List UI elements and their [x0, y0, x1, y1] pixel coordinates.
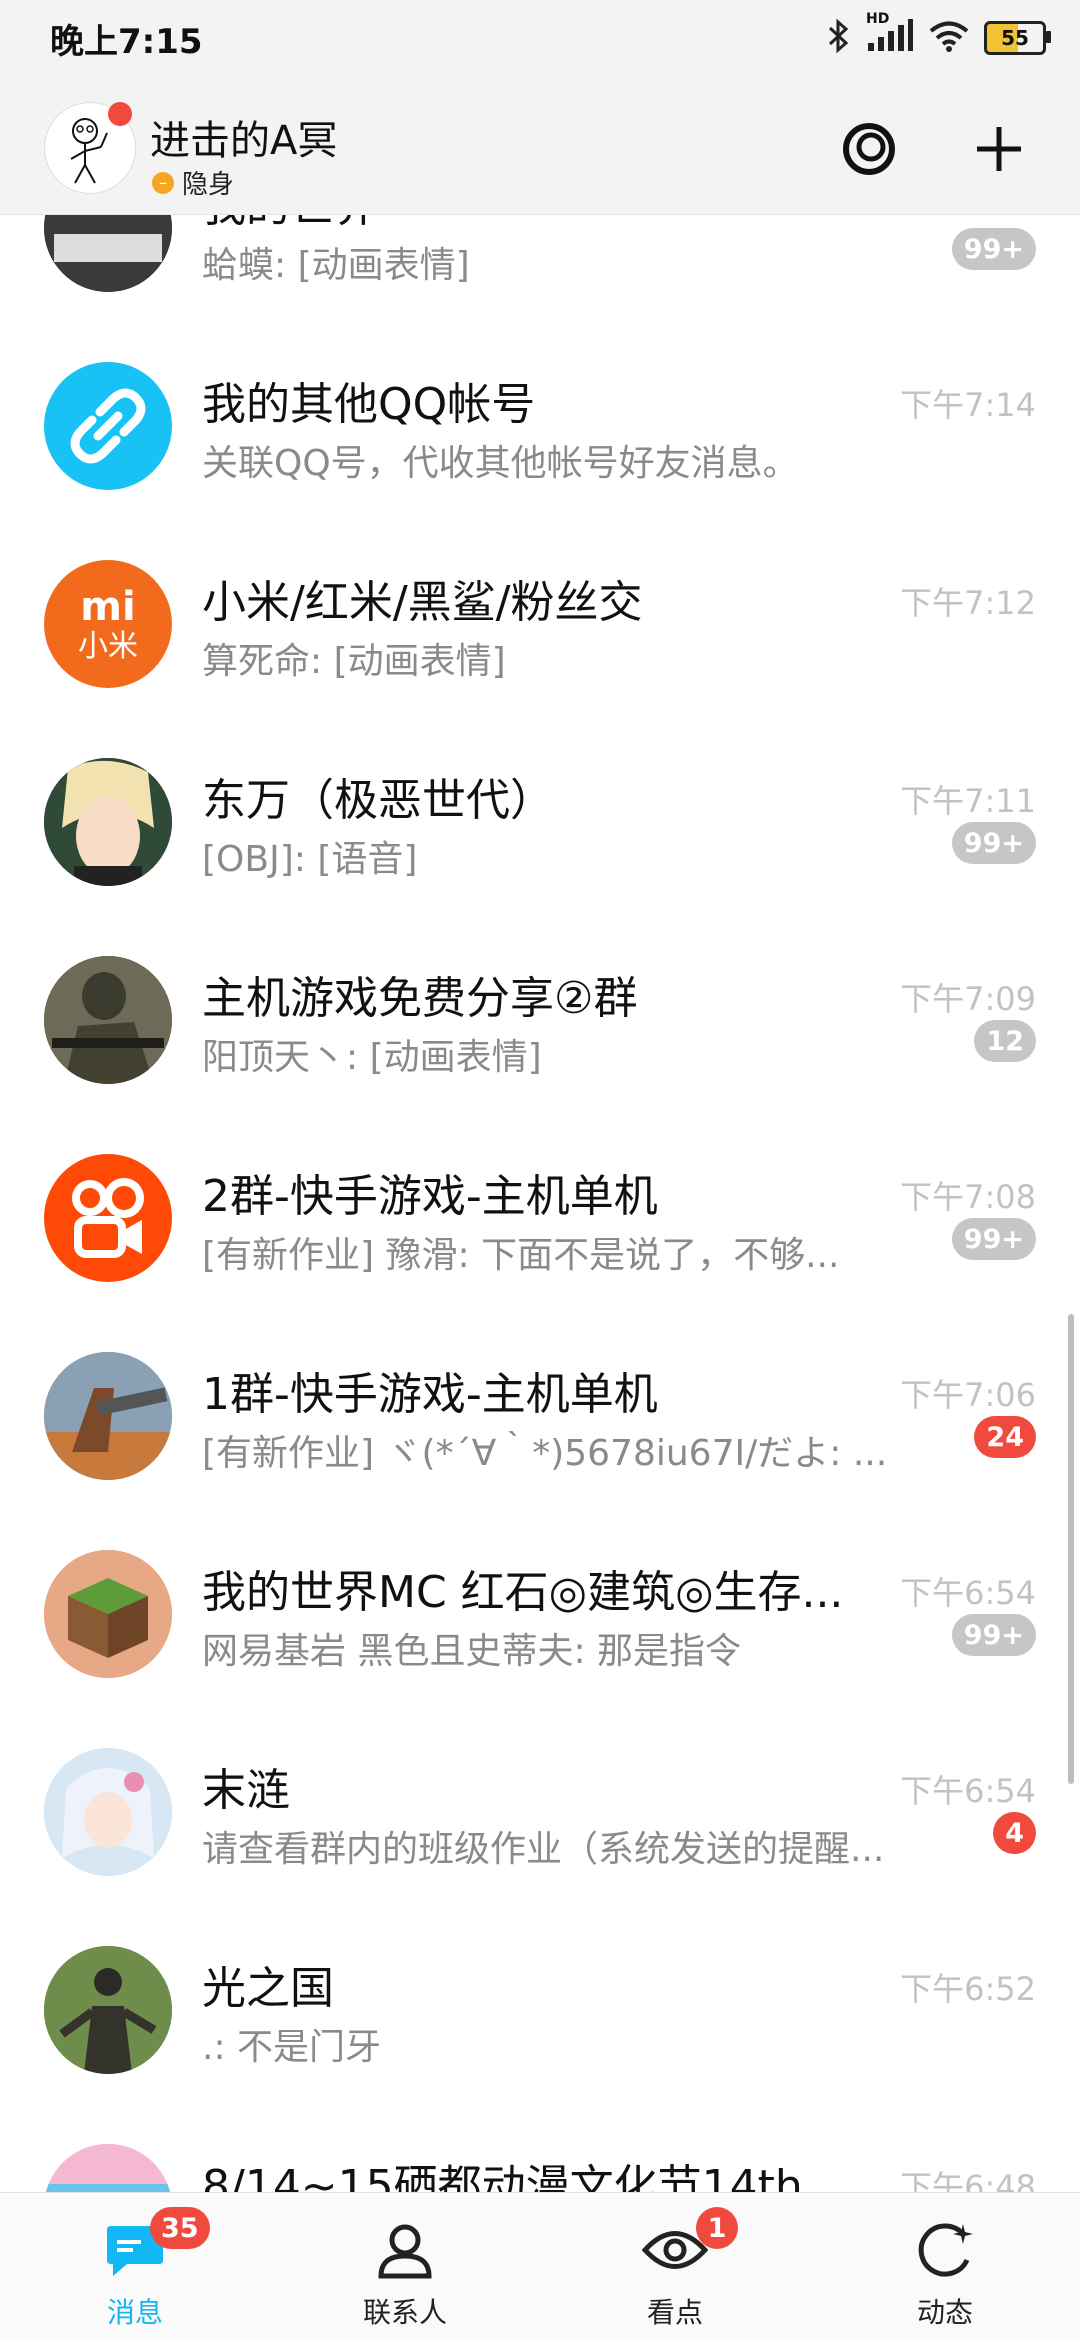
chat-name: 东万（极恶世代） — [202, 775, 554, 826]
chat-avatar — [44, 2144, 172, 2192]
username[interactable]: 进击的A冥 — [150, 108, 337, 166]
chat-time: 下午7:14 — [900, 386, 1036, 424]
chat-avatar — [44, 1748, 172, 1876]
unread-badge: 99+ — [951, 1218, 1036, 1260]
chat-name: 光之国 — [202, 1963, 334, 2014]
chat-item[interactable]: 8/14~15硒都动漫文化节14th 下午6:48 — [0, 2108, 1080, 2192]
battery-icon: 55 — [984, 21, 1051, 55]
contacts-icon — [372, 2217, 438, 2283]
chat-name: 我的其他QQ帐号 — [202, 379, 536, 430]
chat-item[interactable]: 主机游戏免费分享②群 阳顶天丶: [动画表情] 下午7:09 12 — [0, 920, 1080, 1118]
chat-preview: 关联QQ号，代收其他帐号好友消息。 — [202, 443, 799, 484]
chat-item[interactable]: 末涟 请查看群内的班级作业（系统发送的提醒... 下午6:54 4 — [0, 1712, 1080, 1910]
chat-preview: .: 不是门牙 — [202, 2027, 382, 2068]
qq-circle-icon[interactable] — [834, 114, 904, 184]
chat-preview: 蛤蟆: [动画表情] — [202, 245, 470, 286]
unread-badge: 99+ — [951, 822, 1036, 864]
chat-time: 下午7:11 — [900, 782, 1036, 820]
chat-name: 8/14~15硒都动漫文化节14th — [202, 2161, 803, 2192]
svg-text:mi: mi — [80, 584, 135, 630]
tab-label: 动态 — [916, 2296, 973, 2329]
chat-name: 小米/红米/黑鲨/粉丝交 — [202, 577, 643, 628]
chat-name: 1群-快手游戏-主机单机 — [202, 1369, 658, 1420]
chat-preview: [OBJ]: [语音] — [202, 839, 418, 880]
status-bar: 晚上7:15 HD 55 — [0, 0, 1080, 80]
unread-badge: 99+ — [951, 1614, 1036, 1656]
tab-feed[interactable]: 动态 — [810, 2193, 1080, 2341]
online-status[interactable]: – 隐身 — [152, 164, 234, 201]
chat-item[interactable]: 东万（极恶世代） [OBJ]: [语音] 下午7:11 99+ — [0, 722, 1080, 920]
chat-time: 下午7:12 — [900, 584, 1036, 622]
chat-preview: 阳顶天丶: [动画表情] — [202, 1037, 542, 1078]
tab-badge: 1 — [696, 2207, 738, 2249]
tab-label: 联系人 — [362, 2296, 447, 2329]
chat-preview: 请查看群内的班级作业（系统发送的提醒... — [202, 1829, 885, 1870]
svg-text:小米: 小米 — [78, 629, 138, 664]
minus-circle-icon: – — [152, 171, 174, 194]
bluetooth-icon — [826, 18, 852, 57]
unread-badge: 24 — [974, 1416, 1036, 1458]
chat-avatar — [44, 1352, 172, 1480]
chat-item[interactable]: mi 小米 小米/红米/黑鲨/粉丝交 算死命: [动画表情] 下午7:12 — [0, 524, 1080, 722]
chat-time: 下午7:09 — [900, 980, 1036, 1018]
chat-time: 下午6:54 — [900, 1772, 1036, 1810]
unread-badge: 99+ — [951, 228, 1036, 270]
tab-badge: 35 — [150, 2207, 210, 2249]
tab-watch[interactable]: 1 看点 — [540, 2193, 810, 2341]
tab-contacts[interactable]: 联系人 — [270, 2193, 540, 2341]
chat-time: 下午6:54 — [900, 1574, 1036, 1612]
chat-avatar — [44, 214, 172, 292]
tab-label: 看点 — [646, 2296, 703, 2329]
kuaishou-logo-icon — [44, 1154, 172, 1282]
refresh-star-icon — [912, 2217, 978, 2283]
status-icons: HD 55 — [826, 11, 1051, 60]
xiaomi-logo-icon: mi 小米 — [44, 560, 172, 688]
tab-label: 消息 — [106, 2296, 163, 2329]
chat-avatar — [44, 758, 172, 886]
chat-item[interactable]: 2群-快手游戏-主机单机 [有新作业] 豫滑: 下面不是说了，不够... 下午7… — [0, 1118, 1080, 1316]
chat-list[interactable]: 我的世界 蛤蟆: [动画表情] 99+ 我的其他QQ帐号 关联QQ号，代收其他帐… — [0, 214, 1080, 2192]
status-text: 隐身 — [182, 170, 235, 200]
chat-name: 末涟 — [202, 1765, 290, 1816]
chat-avatar — [44, 1946, 172, 2074]
chat-item[interactable]: 光之国 .: 不是门牙 下午6:52 — [0, 1910, 1080, 2108]
unread-badge: 4 — [993, 1812, 1036, 1854]
status-time: 晚上7:15 — [50, 22, 203, 62]
chat-name: 2群-快手游戏-主机单机 — [202, 1171, 658, 1222]
chat-item[interactable]: 我的世界MC 红石◎建筑◎生存... 网易基岩 黑色且史蒂夫: 那是指令 下午6… — [0, 1514, 1080, 1712]
plus-icon[interactable] — [964, 114, 1034, 184]
wifi-icon — [928, 19, 970, 57]
chat-name: 我的世界 — [202, 214, 882, 234]
chat-preview: 网易基岩 黑色且史蒂夫: 那是指令 — [202, 1631, 742, 1672]
unread-badge: 12 — [974, 1020, 1036, 1062]
minecraft-block-icon — [44, 1550, 172, 1678]
chat-time: 下午6:52 — [900, 1970, 1036, 2008]
link-icon — [44, 362, 172, 490]
tab-messages[interactable]: 35 消息 — [0, 2193, 270, 2341]
chat-item[interactable]: 1群-快手游戏-主机单机 [有新作业] ヾ(*´∀｀*)5678iu67I/だよ… — [0, 1316, 1080, 1514]
chat-name: 主机游戏免费分享②群 — [202, 973, 638, 1024]
chat-name: 我的世界MC 红石◎建筑◎生存... — [202, 1567, 844, 1618]
chat-time: 下午6:48 — [900, 2168, 1036, 2192]
bottom-tab-bar: 35 消息 联系人 1 看点 动态 — [0, 2192, 1080, 2341]
chat-time: 下午7:06 — [900, 1376, 1036, 1414]
chat-preview: [有新作业] ヾ(*´∀｀*)5678iu67I/だよ: ... — [202, 1433, 888, 1474]
chat-time: 下午7:08 — [900, 1178, 1036, 1216]
chat-item[interactable]: 我的其他QQ帐号 关联QQ号，代收其他帐号好友消息。 下午7:14 — [0, 326, 1080, 524]
signal-icon: HD — [866, 11, 914, 57]
top-header: 进击的A冥 – 隐身 — [0, 80, 1080, 215]
balloon-indicator — [108, 102, 132, 126]
chat-item[interactable]: 我的世界 蛤蟆: [动画表情] 99+ — [0, 214, 1080, 326]
chat-preview: [有新作业] 豫滑: 下面不是说了，不够... — [202, 1235, 840, 1276]
chat-preview: 算死命: [动画表情] — [202, 641, 506, 682]
scrollbar[interactable] — [1068, 1314, 1074, 1784]
chat-avatar — [44, 956, 172, 1084]
